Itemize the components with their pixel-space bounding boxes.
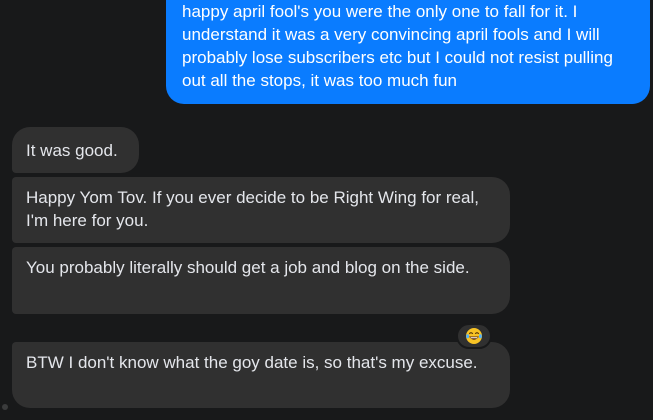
incoming-message-bubble[interactable]: You probably literally should get a job … xyxy=(12,247,510,314)
incoming-message-text: It was good. xyxy=(26,141,118,160)
incoming-message-text: BTW I don't know what the goy date is, s… xyxy=(26,353,478,372)
laughing-tears-emoji-icon xyxy=(466,328,482,344)
incoming-message-text: You probably literally should get a job … xyxy=(26,258,470,277)
incoming-message-bubble[interactable]: It was good. xyxy=(12,127,139,173)
incoming-message-bubble[interactable]: BTW I don't know what the goy date is, s… xyxy=(12,342,510,408)
outgoing-message-text: happy april fool's you were the only one… xyxy=(182,2,613,90)
message-thread: happy april fool's you were the only one… xyxy=(0,0,653,420)
outgoing-message-bubble[interactable]: happy april fool's you were the only one… xyxy=(166,0,650,104)
avatar-placeholder xyxy=(2,404,8,410)
message-reaction[interactable] xyxy=(456,323,492,349)
incoming-message-text: Happy Yom Tov. If you ever decide to be … xyxy=(26,188,479,230)
incoming-message-bubble[interactable]: Happy Yom Tov. If you ever decide to be … xyxy=(12,177,510,243)
